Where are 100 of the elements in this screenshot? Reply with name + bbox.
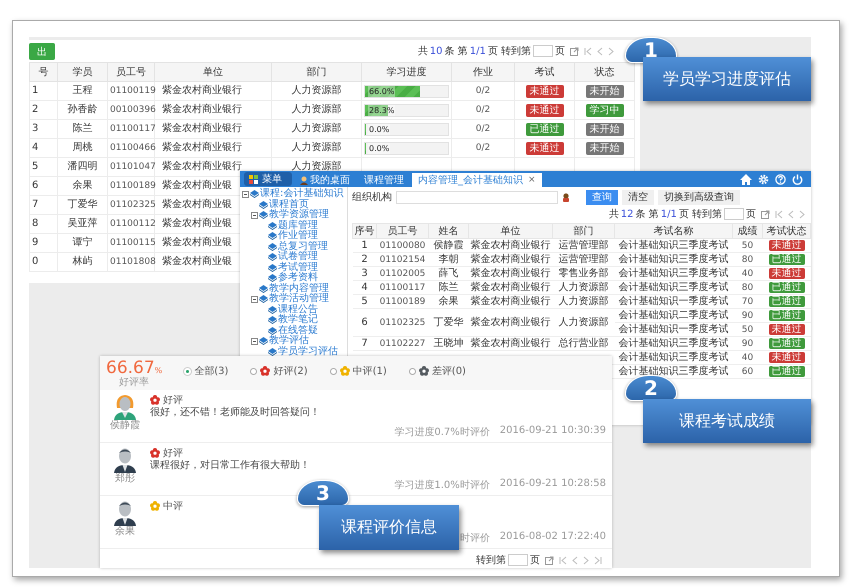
table-cell: 丁爱华 [58,196,108,214]
settings-icon[interactable] [758,174,769,184]
reviewer-name: 余果 [115,526,135,538]
tree-item[interactable]: 在线答疑 [278,326,318,336]
tree-item[interactable]: 试卷管理 [278,252,318,262]
rating-label: 好评 [163,447,183,460]
radio-button[interactable] [408,368,416,374]
table-cell: 5 [30,158,58,176]
page-input[interactable] [724,208,744,220]
column-header: 序号 [352,224,376,238]
first-page-icon[interactable] [584,46,592,56]
column-header: 员工号 [376,224,428,238]
table-cell: 吴亚萍 [58,214,108,234]
tree-item[interactable]: 教学内容管理 [269,284,329,294]
field-label: 组织机构 [352,190,392,204]
first-page-icon[interactable] [775,210,783,218]
page-input[interactable] [533,45,553,57]
table-cell: 80 [732,280,762,294]
learning-status-badge: 未开始 [586,84,624,98]
organization-field[interactable] [396,190,558,204]
table-cell: 01102154 [376,252,428,266]
table-cell: 周桃 [58,138,108,158]
radio-button[interactable] [330,368,337,374]
table-cell: 40 [732,350,762,364]
column-header: 单位 [154,62,272,82]
collapse-icon[interactable] [251,212,258,219]
tree-item[interactable]: 参考资料 [278,273,318,284]
avatar-icon [113,394,137,420]
home-icon[interactable] [740,174,752,184]
table-cell: 01102005 [376,266,428,280]
export-button[interactable]: 出 [29,42,55,60]
table-cell: 50 [732,322,762,336]
toolbar-button[interactable]: 查询 [586,190,618,204]
rating-label: 中评 [163,500,183,513]
table-cell: 1 [352,238,376,252]
avatar-icon [113,500,137,526]
filter-label[interactable]: 全部(3) [194,364,228,378]
filter-label[interactable]: 差评(0) [432,364,466,378]
filter-label[interactable]: 好评(2) [273,364,308,378]
previous-page-icon[interactable] [788,210,794,218]
export-icon[interactable] [570,46,579,56]
progress-note: 学习进度1.0%时评价 [394,478,490,492]
callout-label: 课程评价信息 [319,505,459,550]
power-icon[interactable] [792,174,803,184]
tree-item[interactable]: 课程首页 [269,200,309,210]
filter-label[interactable]: 中评(1) [352,364,387,378]
collapse-icon[interactable] [251,338,258,345]
previous-page-icon[interactable] [597,46,603,56]
table-cell: 3 [30,120,58,138]
table-cell: 01102325 [108,196,154,214]
tree-item[interactable]: 课程公告 [278,304,318,315]
table-cell: 余果 [428,294,468,308]
tree-item[interactable]: 教学资源管理 [269,210,329,220]
tree-item[interactable]: 总复习管理 [278,242,328,252]
last-page-icon[interactable] [594,556,602,564]
table-cell: 紫金农村商业银行 [468,252,552,266]
next-page-icon[interactable] [608,46,614,56]
pagination-text: 转到第 [476,554,506,567]
tab[interactable]: 内容管理_会计基础知识 × [412,173,542,187]
next-page-icon[interactable] [799,210,805,218]
table-cell: 紫金农村商业银行 [468,238,552,252]
collapse-icon[interactable] [242,190,249,198]
table-cell: 1 [30,82,58,100]
folder-icon [250,190,259,198]
column-header: 考试状态 [762,224,810,238]
table-cell: 4 [30,138,58,158]
folder-icon [268,274,277,282]
tree-item[interactable]: 学员学习评估 [278,346,338,357]
learning-status-badge: 未开始 [586,142,624,154]
collapse-icon[interactable] [251,296,258,303]
table-cell: 01100119 [108,82,154,100]
first-page-icon[interactable] [559,556,567,564]
help-icon[interactable] [775,174,786,184]
toolbar-button[interactable]: 切换到高级查询 [658,190,740,204]
page-input[interactable] [508,554,528,566]
table-cell: 2 [352,252,376,266]
column-header: 姓名 [428,224,468,238]
toolbar-button[interactable]: 清空 [622,190,654,204]
exam-status-badge: 已通过 [526,122,564,136]
export-icon[interactable] [761,210,770,218]
table-cell: 01100117 [108,120,154,138]
table-cell: 陈兰 [58,120,108,138]
previous-page-icon[interactable] [572,556,578,564]
tree-item[interactable]: 教学评估 [269,336,309,346]
tree-item[interactable]: 教学笔记 [278,315,318,326]
radio-button[interactable] [250,368,258,374]
pagination-text: 页 [746,208,756,221]
table-cell: 运营管理部 [552,238,614,252]
tree-item[interactable]: 考试管理 [278,262,318,273]
table-cell: 50 [732,238,762,252]
person-picker-icon[interactable] [562,192,570,202]
table-cell: 人力资源部 [272,138,362,158]
exam-status-badge: 已通过 [768,338,804,348]
export-icon[interactable] [545,556,554,564]
tree-item[interactable]: 题库管理 [278,220,318,231]
close-tab-button[interactable]: × [528,175,536,185]
tree-item[interactable]: 作业管理 [278,231,318,242]
next-page-icon[interactable] [583,556,589,564]
table-cell: 总行营业部 [552,336,614,350]
tree-item[interactable]: 教学活动管理 [269,294,329,304]
